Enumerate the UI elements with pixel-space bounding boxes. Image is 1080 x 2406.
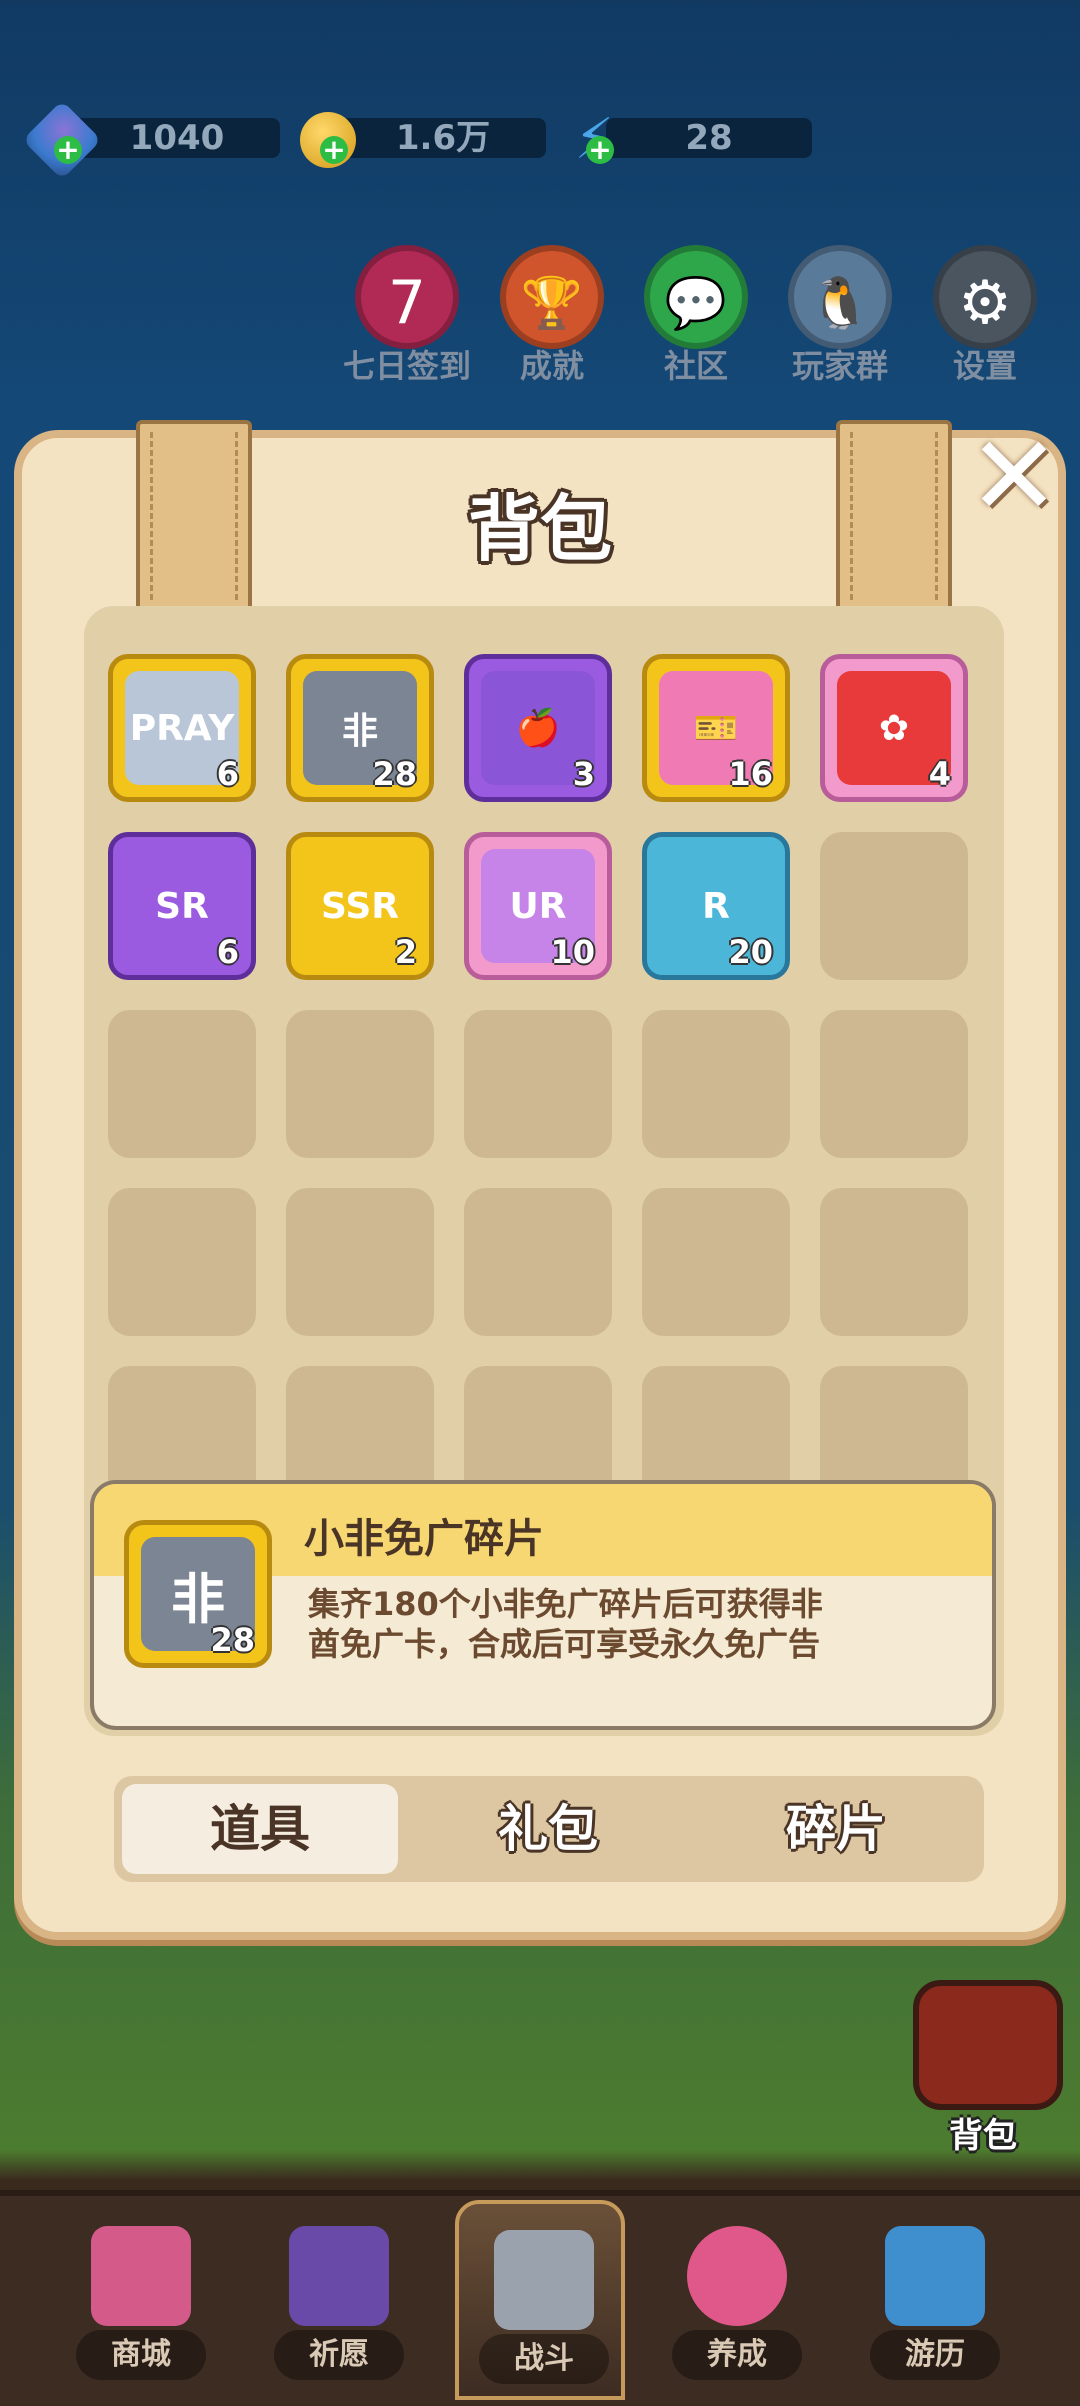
seven-day-label: 七日签到 [342, 347, 471, 385]
item-count: 16 [728, 755, 773, 793]
empty-slot[interactable] [642, 1010, 790, 1158]
item-count: 3 [572, 755, 595, 793]
item-count: 10 [550, 933, 595, 971]
inventory-item-ur-shard[interactable]: UR 10 [464, 832, 612, 980]
settings-label: 设置 [952, 347, 1017, 385]
category-tabs: 道具 礼包 碎片 [114, 1776, 984, 1882]
coin-value: 1.6万 [340, 118, 546, 158]
nav-battle[interactable]: 战斗 [455, 2200, 625, 2400]
seven-day-icon: 7 [355, 245, 459, 349]
empty-slot[interactable] [286, 1010, 434, 1158]
detail-item-name: 小非免广碎片 [304, 1516, 544, 1562]
close-icon[interactable]: ✕ [966, 421, 1062, 531]
shop-icon [91, 2226, 191, 2326]
detail-item-description: 集齐180个小非免广碎片后可获得非酋免广卡，合成后可享受永久免广告 [308, 1585, 823, 1663]
inventory-item-plum-blossom[interactable]: ✿ 4 [820, 654, 968, 802]
item-detail-card: 非 28 小非免广碎片 集齐180个小非免广碎片后可获得非酋免广卡，合成后可享受… [90, 1480, 996, 1730]
inventory-item-apple[interactable]: 🍎 3 [464, 654, 612, 802]
empty-slot[interactable] [464, 1188, 612, 1336]
inventory-item-pink-ticket[interactable]: 🎫 16 [642, 654, 790, 802]
nav-cultivate-label: 养成 [672, 2330, 802, 2380]
item-count: 6 [216, 755, 239, 793]
gear-icon: ⚙ [933, 245, 1037, 349]
empty-slot[interactable] [108, 1188, 256, 1336]
energy-counter[interactable]: 28 ⚡ + [566, 112, 812, 168]
empty-slot[interactable] [108, 1010, 256, 1158]
backpack-button[interactable]: 背包 [898, 1970, 1068, 2170]
nav-shop-label: 商城 [76, 2330, 206, 2380]
inventory-item-pray-ticket[interactable]: PRAY 6 [108, 654, 256, 802]
item-count: 20 [728, 933, 773, 971]
add-energy-icon[interactable]: + [586, 136, 614, 164]
inventory-item-r-shard[interactable]: R 20 [642, 832, 790, 980]
qq-penguin-icon: 🐧 [788, 245, 892, 349]
tab-shards[interactable]: 碎片 [698, 1784, 974, 1874]
item-count: 4 [928, 755, 951, 793]
community-label: 社区 [663, 347, 728, 385]
add-coin-icon[interactable]: + [320, 136, 348, 164]
backpack-icon [913, 1980, 1063, 2110]
nav-battle-label: 战斗 [479, 2334, 609, 2384]
seven-day-signin-button[interactable]: 7 七日签到 [343, 245, 471, 387]
item-count: 28 [372, 755, 417, 793]
paw-icon [687, 2226, 787, 2326]
empty-slot[interactable] [464, 1010, 612, 1158]
empty-slot[interactable] [820, 1010, 968, 1158]
empty-slot[interactable] [820, 832, 968, 980]
gem-value: 1040 [74, 118, 280, 158]
nav-wish[interactable]: 祈愿 [254, 2200, 424, 2400]
add-gem-icon[interactable]: + [54, 136, 82, 164]
inventory-item-ssr-shard[interactable]: SSR 2 [286, 832, 434, 980]
tab-gift-packs[interactable]: 礼包 [410, 1784, 686, 1874]
achievement-label: 成就 [519, 347, 584, 385]
inventory-item-sr-shard[interactable]: SR 6 [108, 832, 256, 980]
settings-button[interactable]: ⚙ 设置 [930, 245, 1040, 387]
nav-travel[interactable]: 游历 [850, 2200, 1020, 2400]
item-count: 6 [216, 933, 239, 971]
map-icon [885, 2226, 985, 2326]
nav-cultivate[interactable]: 养成 [652, 2200, 822, 2400]
empty-slot[interactable] [286, 1188, 434, 1336]
crossed-swords-icon [494, 2230, 594, 2330]
player-group-label: 玩家群 [791, 347, 888, 385]
wish-card-icon [289, 2226, 389, 2326]
chat-icon: 💬 [644, 245, 748, 349]
item-count: 2 [394, 933, 417, 971]
nav-wish-label: 祈愿 [274, 2330, 404, 2380]
trophy-icon: 🏆 [500, 245, 604, 349]
achievement-button[interactable]: 🏆 成就 [497, 245, 607, 387]
tab-props[interactable]: 道具 [122, 1784, 398, 1874]
energy-value: 28 [606, 118, 812, 158]
backpack-label: 背包 [949, 2116, 1017, 2156]
player-group-button[interactable]: 🐧 玩家群 [785, 245, 895, 387]
detail-item-count: 28 [210, 1621, 255, 1659]
detail-item-icon: 非 28 [124, 1520, 272, 1668]
coin-counter[interactable]: 1.6万 + [300, 112, 546, 168]
community-button[interactable]: 💬 社区 [641, 245, 751, 387]
nav-travel-label: 游历 [870, 2330, 1000, 2380]
nav-shop[interactable]: 商城 [56, 2200, 226, 2400]
inventory-item-fei-shard[interactable]: 非 28 [286, 654, 434, 802]
gem-counter[interactable]: 1040 + [22, 100, 280, 180]
empty-slot[interactable] [820, 1188, 968, 1336]
panel-title: 背包 [467, 487, 612, 571]
empty-slot[interactable] [642, 1188, 790, 1336]
